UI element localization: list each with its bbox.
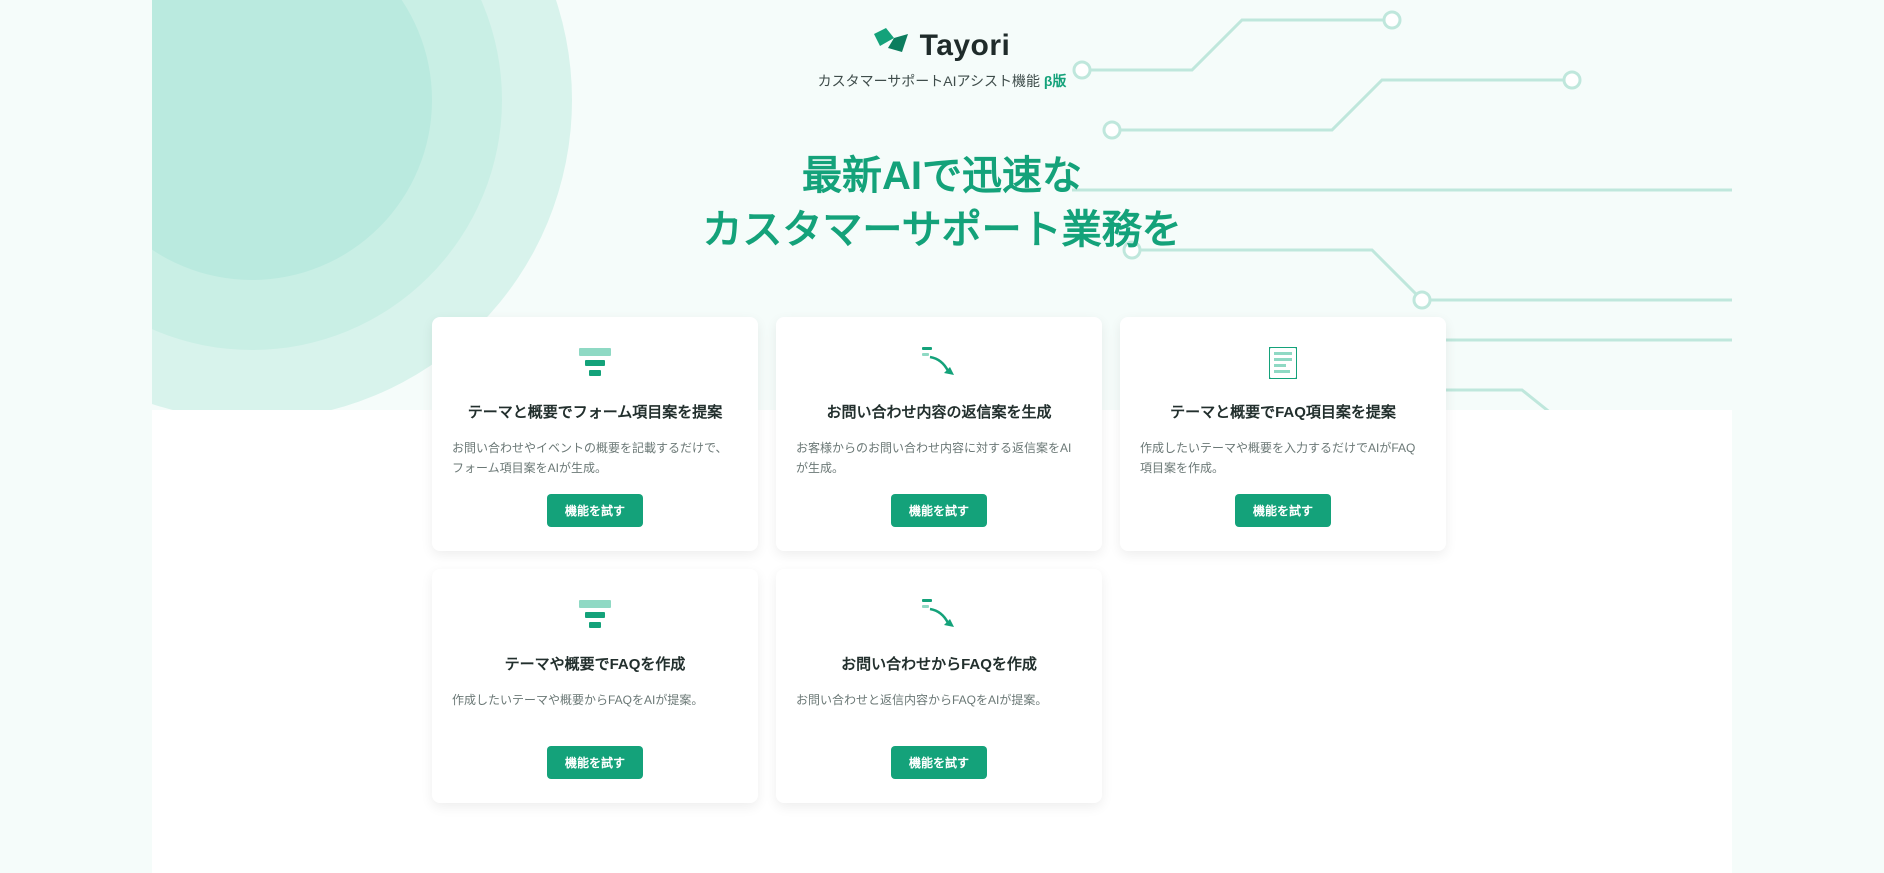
try-feature-button[interactable]: 機能を試す (1235, 494, 1331, 527)
brand-tagline: カスタマーサポートAIアシスト機能 β版 (818, 71, 1067, 91)
feature-card-form-items: テーマと概要でフォーム項目案を提案 お問い合わせやイベントの概要を記載するだけで… (432, 317, 758, 551)
card-title: テーマと概要でフォーム項目案を提案 (468, 401, 723, 422)
headline-line1: 最新AIで迅速な (802, 154, 1082, 198)
feature-card-reply-draft: お問い合わせ内容の返信案を生成 お客様からのお問い合わせ内容に対する返信案をAI… (776, 317, 1102, 551)
card-title: お問い合わせからFAQを作成 (841, 653, 1037, 674)
feature-card-faq-from-inquiry: お問い合わせからFAQを作成 お問い合わせと返信内容からFAQをAIが提案。 機… (776, 569, 1102, 803)
try-feature-button[interactable]: 機能を試す (891, 494, 987, 527)
headline-line2: カスタマーサポート業務を (702, 208, 1181, 252)
tagline-text: カスタマーサポートAIアシスト機能 (818, 73, 1040, 89)
card-title: テーマと概要でFAQ項目案を提案 (1170, 401, 1396, 422)
try-feature-button[interactable]: 機能を試す (891, 746, 987, 779)
card-desc: 作成したいテーマや概要からFAQをAIが提案。 (452, 690, 738, 732)
brand-name: Tayori (920, 29, 1011, 63)
try-feature-button[interactable]: 機能を試す (547, 494, 643, 527)
card-desc: 作成したいテーマや概要を入力するだけでAIがFAQ項目案を作成。 (1140, 438, 1426, 480)
brand-logo-icon (874, 28, 910, 63)
card-title: テーマや概要でFAQを作成 (505, 653, 686, 674)
form-icon (579, 595, 611, 635)
beta-badge: β版 (1044, 73, 1067, 89)
reply-arrow-icon (922, 595, 956, 635)
faq-doc-icon (1269, 343, 1297, 383)
try-feature-button[interactable]: 機能を試す (547, 746, 643, 779)
feature-card-faq-from-theme: テーマや概要でFAQを作成 作成したいテーマや概要からFAQをAIが提案。 機能… (432, 569, 758, 803)
card-desc: お問い合わせと返信内容からFAQをAIが提案。 (796, 690, 1082, 732)
card-title: お問い合わせ内容の返信案を生成 (826, 401, 1051, 422)
feature-card-faq-items: テーマと概要でFAQ項目案を提案 作成したいテーマや概要を入力するだけでAIがF… (1120, 317, 1446, 551)
page-headline: 最新AIで迅速な カスタマーサポート業務を (152, 149, 1732, 257)
card-desc: お客様からのお問い合わせ内容に対する返信案をAIが生成。 (796, 438, 1082, 480)
reply-arrow-icon (922, 343, 956, 383)
feature-cards: テーマと概要でフォーム項目案を提案 お問い合わせやイベントの概要を記載するだけで… (432, 317, 1452, 803)
form-icon (579, 343, 611, 383)
card-desc: お問い合わせやイベントの概要を記載するだけで、フォーム項目案をAIが生成。 (452, 438, 738, 480)
